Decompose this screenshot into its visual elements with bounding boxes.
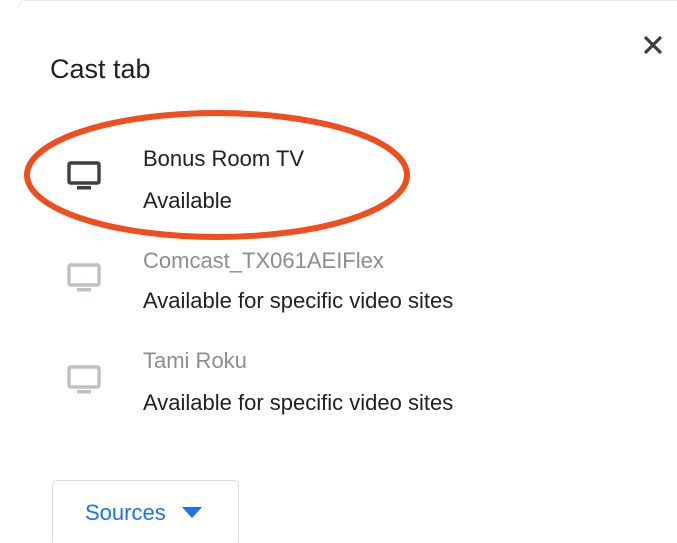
tv-icon (67, 365, 101, 394)
sink-name: Tami Roku (143, 348, 247, 373)
sink-status: Available (143, 188, 232, 213)
sources-button[interactable]: Sources (52, 480, 239, 543)
tv-icon (67, 161, 101, 190)
sink-name: Comcast_TX061AEIFlex (143, 248, 384, 273)
dropdown-arrow-icon (181, 507, 202, 518)
sink-status: Available for specific video sites (143, 288, 454, 313)
sink-status: Available for specific video sites (143, 390, 454, 415)
close-button[interactable] (630, 22, 676, 68)
tv-icon (67, 263, 101, 292)
dialog-title: Cast tab (50, 54, 151, 84)
sink-item-comcast[interactable]: Comcast_TX061AEIFlex Available for speci… (0, 236, 677, 326)
close-icon (643, 35, 663, 55)
sink-item-bonus-room-tv[interactable]: Bonus Room TV Available (0, 132, 677, 222)
sources-label: Sources (85, 500, 166, 525)
sink-item-tami-roku[interactable]: Tami Roku Available for specific video s… (0, 338, 677, 428)
sink-name: Bonus Room TV (143, 146, 305, 171)
dialog-border (18, 0, 677, 8)
cast-dialog: Cast tab Bonus Room TV Available Comcast… (0, 0, 677, 543)
